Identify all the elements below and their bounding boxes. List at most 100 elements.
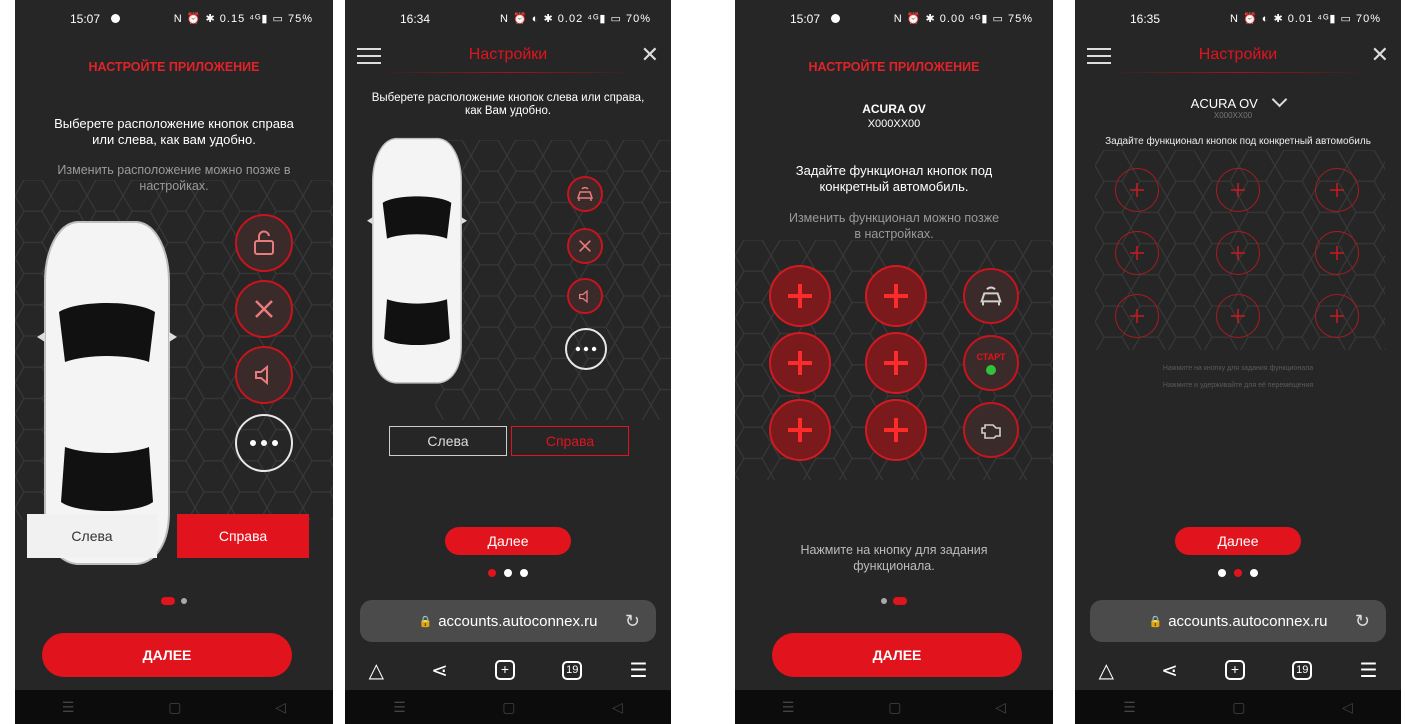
home-icon[interactable]: ▢ [888,699,901,716]
sub-text: Изменить расположение можно позже в наст… [57,163,291,193]
add-function-button[interactable] [865,399,927,461]
add-function-button[interactable] [865,265,927,327]
hint-text: Нажмите на кнопку для задания функционал… [800,543,988,573]
plus-icon [884,418,908,442]
back-icon[interactable]: ◁ [275,699,286,716]
share-icon[interactable]: ⋖ [1161,658,1178,683]
onboarding-heading: НАСТРОЙТЕ ПРИЛОЖЕНИЕ [88,60,260,74]
close-icon[interactable]: ✕ [641,42,659,68]
add-function-button[interactable] [1216,294,1260,338]
browser-url-bar[interactable]: 🔒 accounts.autoconnex.ru ↻ [1090,600,1386,642]
add-function-button[interactable] [1216,168,1260,212]
tools-button[interactable] [567,228,603,264]
indicator-dot-active [488,569,496,577]
close-icon[interactable]: ✕ [1371,42,1389,68]
home-triangle-icon[interactable]: △ [369,658,384,683]
right-option-button[interactable]: Справа [511,426,629,456]
screen-onboarding-functions: 15:07 N ⏰ ✱ 0.00 ⁴ᴳ▮ ▭ 75% НАСТРОЙТЕ ПРИ… [735,0,1053,724]
add-function-button[interactable] [865,332,927,394]
main-text: Выберете расположение кнопок справа или … [54,116,294,147]
horn-icon [579,289,588,303]
back-icon[interactable]: ◁ [1342,699,1353,716]
notification-dot [111,14,120,23]
hint-tap: Нажмите на кнопку для задания функционал… [1162,365,1314,372]
left-option-button[interactable]: Слева [389,426,507,456]
next-button[interactable]: Далее [1175,527,1301,555]
header-divider [377,72,639,73]
sub-text: Изменить функционал можно позже в настро… [788,211,1000,241]
new-tab-icon[interactable]: + [494,660,515,680]
browser-menu-icon[interactable]: ☰ [629,658,647,683]
home-icon[interactable]: ▢ [502,699,515,716]
home-icon[interactable]: ▢ [1232,699,1245,716]
horn-button[interactable] [235,346,293,404]
add-function-button[interactable] [1115,168,1159,212]
right-option-button[interactable]: Справа [177,514,309,558]
left-option-button[interactable]: Слева [27,514,157,558]
more-button[interactable] [565,328,607,370]
add-function-button[interactable] [1115,294,1159,338]
system-navigation-bar: ☰ ▢ ◁ [345,690,671,724]
more-button[interactable] [235,414,293,472]
indicator-dot [181,598,187,604]
more-icon [575,346,597,352]
start-button[interactable]: СТАРТ [963,335,1019,391]
chevron-down-icon[interactable] [1272,91,1288,108]
add-function-button[interactable] [1115,231,1159,275]
page-indicator [735,597,1053,605]
plus-icon [788,284,812,308]
main-text: Задайте функционал кнопок под конкретный… [1105,136,1371,147]
tabs-count-icon[interactable]: 19 [1292,660,1313,680]
share-icon[interactable]: ⋖ [431,658,448,683]
recent-apps-icon[interactable]: ☰ [393,699,406,716]
add-function-button[interactable] [1315,294,1359,338]
status-time: 16:35 [1130,12,1161,26]
status-time: 15:07 [70,12,101,26]
browser-url-bar[interactable]: 🔒 accounts.autoconnex.ru ↻ [360,600,656,642]
next-button[interactable]: ДАЛЕЕ [772,633,1022,677]
reload-icon[interactable]: ↻ [1355,611,1370,632]
add-function-button[interactable] [769,265,831,327]
plus-icon [884,351,908,375]
add-function-button[interactable] [1315,168,1359,212]
next-button[interactable]: ДАЛЕЕ [42,633,292,677]
plus-icon [788,418,812,442]
indicator-dot-active [893,597,907,605]
indicator-dot [1250,569,1258,577]
status-time: 15:07 [790,12,821,26]
alarm-button[interactable] [567,176,603,212]
engine-button[interactable] [963,402,1019,458]
system-navigation-bar: ☰ ▢ ◁ [15,690,333,724]
tabs-count-icon[interactable]: 19 [562,660,583,680]
home-icon[interactable]: ▢ [168,699,181,716]
settings-title: Настройки [468,46,548,63]
more-icon [250,440,278,446]
horn-button[interactable] [567,278,603,314]
browser-menu-icon[interactable]: ☰ [1359,658,1377,683]
reload-icon[interactable]: ↻ [625,611,640,632]
add-function-button[interactable] [1216,231,1260,275]
lock-icon: 🔒 [418,615,433,628]
home-triangle-icon[interactable]: △ [1099,658,1114,683]
add-function-button[interactable] [769,399,831,461]
next-button[interactable]: Далее [445,527,571,555]
back-icon[interactable]: ◁ [612,699,623,716]
recent-apps-icon[interactable]: ☰ [782,699,795,716]
tools-button[interactable] [235,280,293,338]
plus-icon [1330,246,1344,260]
start-label: СТАРТ [976,351,1006,362]
back-icon[interactable]: ◁ [995,699,1006,716]
add-function-button[interactable] [1315,231,1359,275]
new-tab-icon[interactable]: + [1224,660,1245,680]
indicator-dot [504,569,512,577]
screen-settings-layout: 16:34 N ⏰ ◐ ✱ 0.02 ⁴ᴳ▮ ▭ 70% Настройки ✕… [345,0,671,724]
status-icons: N ⏰ ✱ 0.00 ⁴ᴳ▮ ▭ 75% [893,13,1033,25]
unlock-button[interactable] [235,214,293,272]
car-name: ACURA OV [862,102,926,116]
recent-apps-icon[interactable]: ☰ [1123,699,1136,716]
settings-title: Настройки [1198,46,1278,63]
alarm-button[interactable] [963,268,1019,324]
plus-icon [788,351,812,375]
recent-apps-icon[interactable]: ☰ [62,699,75,716]
add-function-button[interactable] [769,332,831,394]
